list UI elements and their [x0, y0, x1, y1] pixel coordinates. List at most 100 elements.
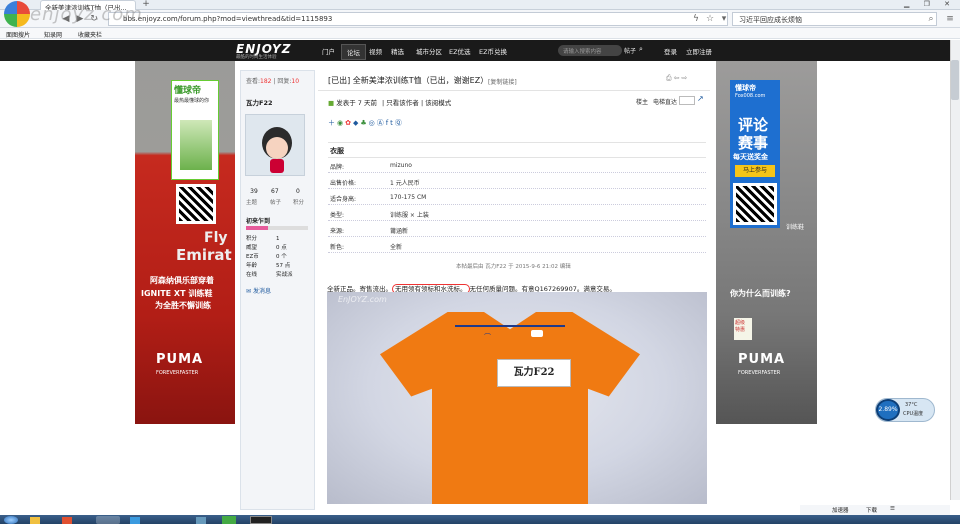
- author-fields: 积分 1 威望 0 点 EZ币 0 个 年龄 57 点 在线 实战派: [246, 236, 293, 278]
- ad-tagline: 最热最懂球的你: [174, 98, 210, 104]
- edit-note: 本帖最后由 瓦力F22 于 2015-9-6 21:02 编辑: [456, 264, 571, 270]
- search-icon[interactable]: ⌕: [925, 13, 937, 25]
- author-name[interactable]: 瓦力F22: [246, 97, 273, 107]
- jump-label: 电梯直达: [653, 99, 678, 106]
- share-icon: ＋: [328, 119, 337, 127]
- search-type-select[interactable]: 帖子: [624, 46, 636, 55]
- taskbar-app-icon[interactable]: [130, 517, 140, 524]
- view-author-link[interactable]: | 只看该作者: [382, 97, 419, 107]
- share-icons[interactable]: ＋◉✿◆♣◎ⒶftⓆ: [328, 118, 404, 128]
- ad-product: IGNITE XT 训练鞋: [141, 289, 213, 298]
- thread-nav-icons[interactable]: ⎙⇦⇨: [666, 74, 689, 83]
- ad-sponsor-fly: Fly: [204, 230, 228, 246]
- level-progress-bar: [246, 226, 308, 230]
- puma-logo: PUMA: [738, 352, 786, 367]
- send-message-link[interactable]: ✉ 发消息: [246, 286, 271, 295]
- photo-name-tag: 瓦力F22: [497, 359, 571, 387]
- divider: [318, 90, 710, 91]
- star-icon[interactable]: ☆: [704, 13, 716, 25]
- author-credits[interactable]: 0: [296, 188, 300, 195]
- status-menu-icon[interactable]: ☰: [890, 506, 895, 512]
- taskbar-app-icon[interactable]: [30, 517, 40, 524]
- jump-input[interactable]: [679, 96, 695, 105]
- dropdown-icon[interactable]: ▾: [718, 13, 730, 25]
- qr-code-icon: [733, 183, 777, 225]
- lightning-icon[interactable]: ϟ: [690, 13, 702, 25]
- taskbar-app-icon[interactable]: [96, 516, 120, 524]
- avatar[interactable]: [245, 114, 305, 176]
- taskbar-app-icon[interactable]: [250, 516, 272, 524]
- author-level: 初来乍到: [246, 218, 271, 225]
- share-icon: ◉: [337, 119, 346, 127]
- nav-video[interactable]: 视频: [369, 46, 382, 56]
- copy-link[interactable]: [复制链接]: [488, 77, 517, 86]
- ad-mini-badge[interactable]: 超级 特惠: [734, 318, 752, 340]
- post-meta: ■ 发表于 7 天前: [328, 99, 378, 107]
- taskbar-app-icon[interactable]: [196, 517, 206, 524]
- taskbar-app-icon[interactable]: [222, 516, 236, 524]
- share-icon: ✿: [345, 119, 353, 127]
- url-input[interactable]: bbs.enjoyz.com/forum.php?mod=viewthread&…: [108, 12, 728, 26]
- ad-forever: FOREVERFASTER: [156, 370, 199, 376]
- share-icon: ◎: [368, 119, 377, 127]
- fav-item[interactable]: 收藏夹栏: [78, 30, 102, 39]
- os-taskbar: [0, 515, 960, 524]
- read-mode-link[interactable]: | 该阅模式: [421, 97, 451, 107]
- nav-ez-select[interactable]: EZ优选: [449, 46, 471, 56]
- nav-featured[interactable]: 精选: [391, 46, 404, 56]
- floor-label: 楼主: [636, 99, 649, 106]
- detail-row: 出售价格: 1 元人民币: [328, 174, 706, 189]
- detail-row: 类型: 训练服 × 上装: [328, 206, 706, 221]
- detail-row: 品牌: mizuno: [328, 158, 706, 173]
- menu-icon[interactable]: ≡: [944, 13, 956, 25]
- page-scrollbar[interactable]: [950, 40, 960, 500]
- favorites-bar: [0, 28, 960, 39]
- author-icon: ■: [328, 99, 335, 107]
- ad-question: 你为什么而训练?: [730, 289, 791, 298]
- qr-code-icon: [176, 184, 216, 224]
- nav-ez-exchange[interactable]: EZ币兑换: [479, 46, 507, 56]
- author-topics[interactable]: 39: [248, 188, 260, 195]
- author-posts-label: 帖子: [270, 200, 282, 206]
- scrollbar-thumb[interactable]: [951, 60, 959, 100]
- ad-illustration: [180, 120, 212, 170]
- photo-watermark: EnJOYZ.com: [338, 295, 387, 304]
- login-link[interactable]: 登录: [664, 46, 677, 56]
- detail-row: 来源: 莆涵新: [328, 222, 706, 237]
- divider: [328, 142, 706, 143]
- fav-item[interactable]: 知录网: [44, 30, 62, 39]
- shirt-collar-stripe: [455, 325, 565, 327]
- jump-go-icon[interactable]: ↗: [697, 94, 704, 103]
- accelerator-item[interactable]: 加速器: [832, 506, 849, 514]
- taskbar-app-icon[interactable]: [62, 517, 72, 524]
- nav-forum[interactable]: 论坛: [341, 44, 366, 60]
- browser-logo-icon: [4, 1, 30, 27]
- download-item[interactable]: 下载: [866, 506, 877, 514]
- ad-brand: 懂球帝: [735, 84, 756, 92]
- author-posts[interactable]: 67: [271, 188, 279, 195]
- ad-sub: 每天送奖金: [733, 153, 768, 161]
- start-button-icon[interactable]: [4, 516, 18, 524]
- detail-row: 新色: 全新: [328, 238, 706, 253]
- register-link[interactable]: 立即注册: [686, 46, 712, 56]
- site-search-icon[interactable]: ⌕: [639, 45, 643, 54]
- nav-portal[interactable]: 门户: [322, 46, 335, 56]
- message-icon: ✉: [246, 288, 252, 295]
- ad-forever: FOREVERFASTER: [738, 370, 781, 376]
- site-search-input[interactable]: 请输入搜索内容: [558, 45, 622, 56]
- cpu-temp: 37°C: [905, 402, 918, 408]
- site-logo-sub: 最酷的时尚生活体验: [236, 55, 277, 60]
- thread-title: [已出] 全新美津浓训练T恤（已出，谢谢EZ）: [328, 76, 489, 85]
- watermark-text: enjoyz.com: [30, 4, 143, 25]
- nav-city[interactable]: 城市分区: [416, 46, 442, 56]
- detail-row: 适合身高: 170-175 CM: [328, 190, 706, 205]
- ad-headline: 阿森纳俱乐部穿着: [150, 276, 214, 285]
- browser-search-input[interactable]: 习近平回应成长烦恼: [732, 12, 937, 26]
- ad-join-button[interactable]: 马上参与: [735, 165, 775, 177]
- ad-headline-2: 赛事: [738, 134, 769, 152]
- window-controls[interactable]: ▁ ❐ ✕: [904, 0, 956, 10]
- puma-logo: PUMA: [156, 352, 204, 367]
- share-icon: Ⓠ: [394, 119, 404, 127]
- view-stats: 查看:182 | 回复:10: [246, 78, 300, 85]
- fav-item[interactable]: 面图搜片: [6, 30, 30, 39]
